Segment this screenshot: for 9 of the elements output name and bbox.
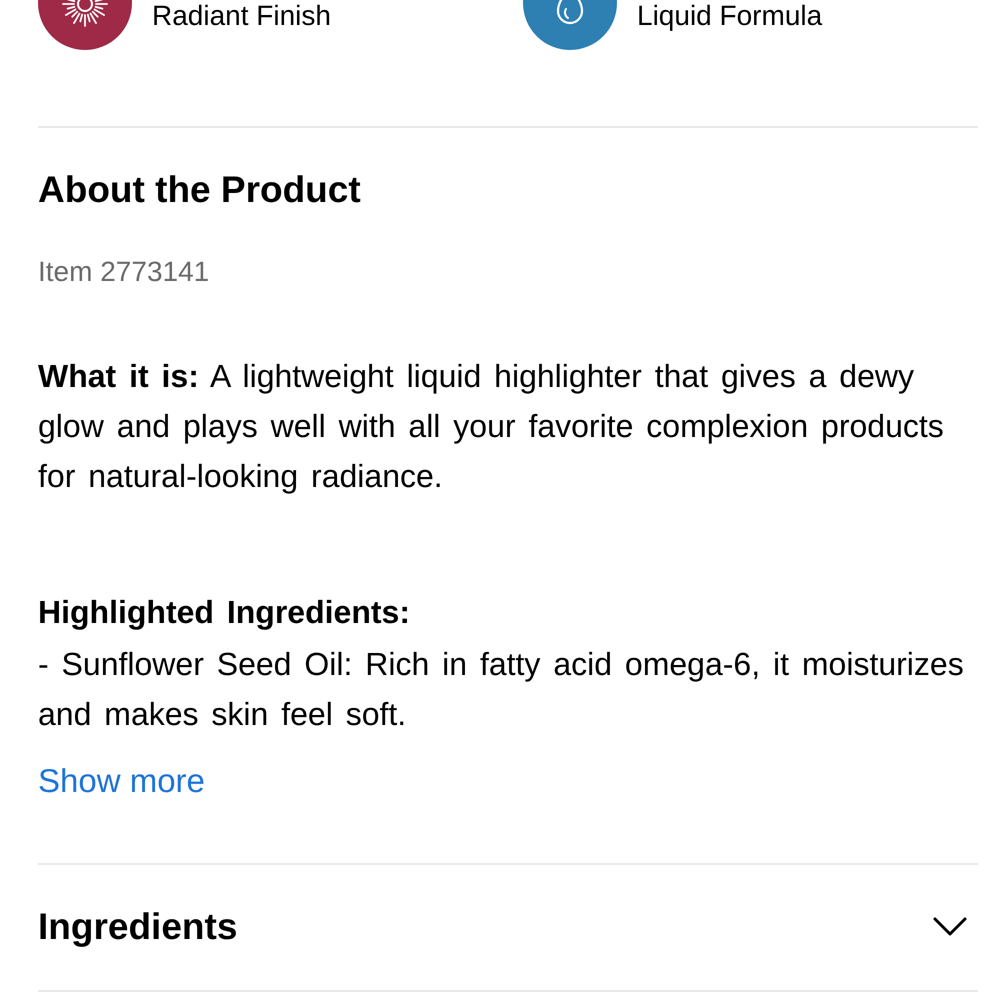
ingredients-heading: Highlighted Ingredients: bbox=[38, 593, 411, 632]
item-number: Item 2773141 bbox=[38, 255, 210, 289]
feature-label: Liquid Formula bbox=[637, 0, 822, 32]
show-more-link[interactable]: Show more bbox=[38, 756, 205, 806]
section-title: About the Product bbox=[38, 168, 362, 212]
feature-label: Radiant Finish bbox=[152, 0, 331, 32]
description-text: What it is: A lightweight liquid highlighter that gives a dewy glow and plays well with all your favorite complexion products for natural-looking radiance. bbox=[38, 357, 945, 496]
ingredient-text: - Sunflower Seed Oil: Rich in fatty acid omega-6, it moisturizes and makes skin feel soft. bbox=[38, 645, 965, 734]
ingredients-accordion[interactable]: Ingredients bbox=[38, 902, 986, 952]
